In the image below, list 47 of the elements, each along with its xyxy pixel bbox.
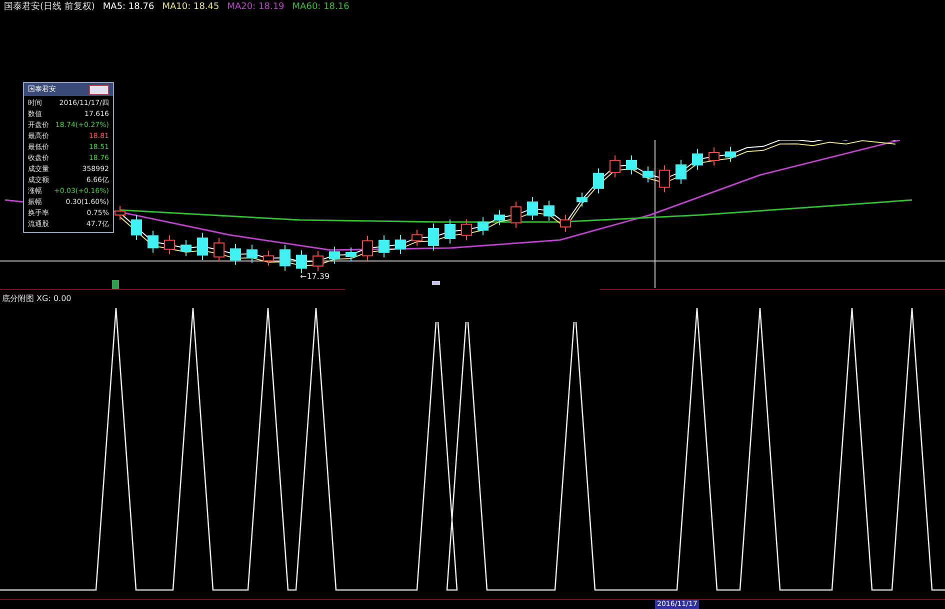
close-icon[interactable] bbox=[89, 84, 109, 94]
candlestick bbox=[527, 196, 538, 220]
candlestick bbox=[725, 146, 736, 162]
candlestick bbox=[346, 247, 356, 262]
candlestick bbox=[461, 218, 472, 241]
candlestick bbox=[378, 234, 390, 258]
candlestick bbox=[708, 147, 720, 166]
candlestick bbox=[428, 222, 439, 251]
moving-average-label: MA20: 18.19 bbox=[227, 1, 284, 13]
marker-icon bbox=[112, 280, 119, 289]
candlestick bbox=[676, 159, 686, 184]
moving-average-label: MA10: 18.45 bbox=[162, 1, 220, 13]
candlestick bbox=[659, 164, 670, 193]
candlestick bbox=[312, 250, 324, 272]
candlestick bbox=[692, 148, 703, 170]
candlestick bbox=[230, 243, 241, 266]
candlestick bbox=[544, 200, 554, 222]
candlestick bbox=[412, 229, 422, 246]
moving-average-label: MA5: 18.76 bbox=[102, 1, 154, 13]
moving-average-label: MA60: 18.16 bbox=[292, 1, 350, 13]
candlestick bbox=[164, 234, 175, 255]
sub-chart-title: 底分附图 XG: 0.00 bbox=[2, 293, 72, 305]
candlestick bbox=[214, 237, 224, 262]
candlestick bbox=[131, 214, 142, 240]
candlestick bbox=[180, 240, 192, 257]
low-price-label: ←17.39 bbox=[300, 271, 330, 283]
candlestick bbox=[593, 168, 604, 194]
candlestick bbox=[197, 232, 208, 261]
candlestick bbox=[576, 192, 588, 208]
candlestick bbox=[626, 154, 637, 175]
candlestick bbox=[329, 246, 340, 264]
marker-icon bbox=[432, 281, 440, 285]
chart-title: 国泰君安(日线 前复权) bbox=[4, 1, 95, 13]
candlestick bbox=[478, 216, 488, 236]
candlestick bbox=[148, 230, 158, 254]
candlestick bbox=[246, 244, 258, 264]
candlestick bbox=[263, 250, 274, 266]
candlestick bbox=[494, 210, 505, 226]
candlestick bbox=[296, 250, 307, 274]
candlestick bbox=[444, 219, 456, 244]
candlestick bbox=[642, 166, 654, 183]
candlestick bbox=[280, 244, 290, 272]
candlestick bbox=[395, 234, 406, 255]
candlestick bbox=[610, 154, 620, 178]
candlestick bbox=[510, 201, 522, 228]
candlestick bbox=[362, 235, 373, 262]
candlestick bbox=[560, 214, 571, 232]
